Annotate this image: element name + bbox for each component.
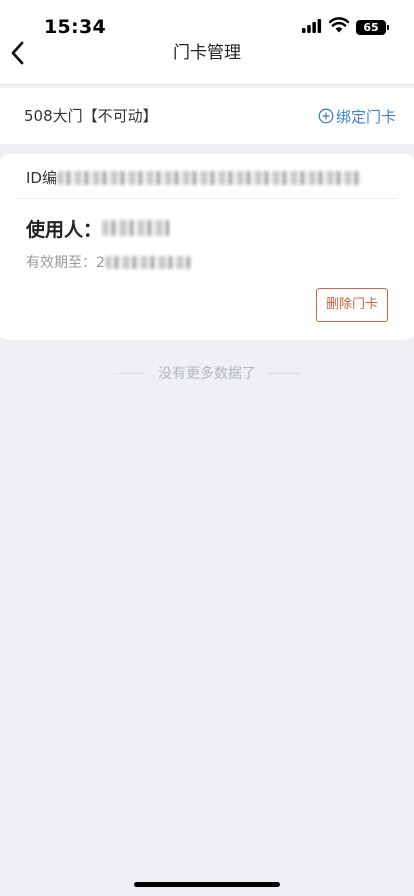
top-header: 15:34 65 门卡管理 <box>0 0 414 84</box>
no-more-text: 没有更多数据了 <box>158 366 256 382</box>
battery-cap <box>387 25 389 30</box>
status-time: 15:34 <box>44 16 106 38</box>
card-valid-label: 有效期至：2 <box>26 255 105 271</box>
plus-circle-icon <box>318 108 334 124</box>
bind-card-button[interactable]: 绑定门卡 <box>318 88 396 144</box>
cellular-signal-icon <box>302 19 322 33</box>
redacted-card-id <box>56 171 361 185</box>
redacted-valid-date <box>104 255 191 269</box>
divider-line-left <box>114 372 146 374</box>
card-valid-row: 有效期至：2 <box>26 250 191 274</box>
divider-line-right <box>268 372 300 374</box>
bind-card-label: 绑定门卡 <box>335 107 396 126</box>
no-more-data: 没有更多数据了 <box>0 362 414 384</box>
door-bar: 508大门【不可动】 绑定门卡 <box>0 88 414 144</box>
home-indicator[interactable] <box>134 882 280 887</box>
page-title: 门卡管理 <box>173 43 241 63</box>
battery-level: 65 <box>363 21 379 34</box>
card-id-row: ID编 <box>26 166 361 190</box>
card-user-row: 使用人： <box>26 214 171 242</box>
door-name: 508大门【不可动】 <box>24 107 158 125</box>
redacted-user-name <box>102 220 171 236</box>
delete-card-button[interactable]: 删除门卡 <box>316 288 388 322</box>
header-divider <box>0 84 414 85</box>
card-user-label: 使用人： <box>26 218 103 241</box>
battery-icon: 65 <box>356 20 386 35</box>
card-id-label: ID编 <box>26 169 57 187</box>
card-divider <box>16 198 398 199</box>
wifi-icon <box>329 17 349 33</box>
